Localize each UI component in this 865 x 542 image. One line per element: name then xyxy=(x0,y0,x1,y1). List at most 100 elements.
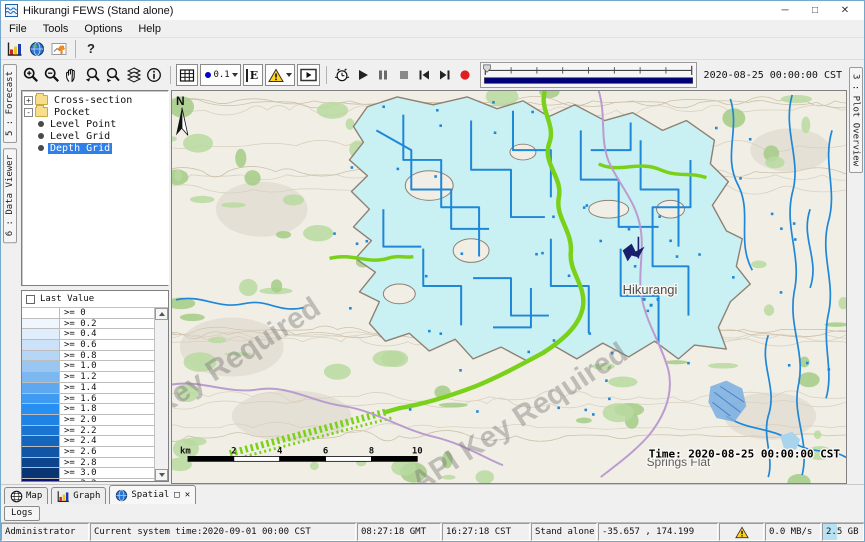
expander-icon[interactable]: + xyxy=(24,96,33,105)
legend-row[interactable]: >= 2.8 xyxy=(22,458,154,469)
help-button[interactable]: ? xyxy=(81,41,101,56)
menu-tools[interactable]: Tools xyxy=(35,22,77,36)
scroll-down-icon[interactable] xyxy=(155,469,168,481)
legend-row[interactable]: >= 1.2 xyxy=(22,372,154,383)
record-button[interactable] xyxy=(455,65,476,85)
first-frame-button[interactable] xyxy=(414,65,435,85)
time-slider[interactable] xyxy=(480,62,697,88)
legend-row[interactable]: >= 2.6 xyxy=(22,447,154,458)
legend-row[interactable]: >= 0.8 xyxy=(22,351,154,362)
legend-row[interactable]: >= 1.0 xyxy=(22,361,154,372)
map-canvas[interactable]: API Key Required API Key Required xyxy=(171,90,847,484)
panel-close-icon[interactable]: ✕ xyxy=(185,490,190,500)
legend-row[interactable]: >= 1.6 xyxy=(22,394,154,405)
legend-row-label: >= 0.8 xyxy=(60,351,154,361)
last-value-label: Last Value xyxy=(40,294,94,304)
movie-player-button[interactable] xyxy=(297,64,320,86)
maximize-button[interactable]: □ xyxy=(800,2,830,19)
svg-text:4: 4 xyxy=(277,446,282,456)
legend-row-label: >= 1.2 xyxy=(60,372,154,382)
panel-maximize-icon[interactable]: □ xyxy=(174,490,179,500)
grid-display-button[interactable] xyxy=(176,64,198,86)
menu-file[interactable]: File xyxy=(1,22,35,36)
scroll-up-icon[interactable] xyxy=(155,308,168,320)
legend-row[interactable]: >= 2.4 xyxy=(22,436,154,447)
tab-forecast[interactable]: 5 : Forecast xyxy=(3,64,17,143)
menu-bar: File Tools Options Help xyxy=(1,20,864,38)
profile-button[interactable] xyxy=(48,39,70,59)
zoom-next-button[interactable] xyxy=(103,65,124,85)
legend-row-label: >= 0.4 xyxy=(60,329,154,339)
tab-map[interactable]: Map xyxy=(4,487,48,504)
elevation-scale-button[interactable]: E xyxy=(243,64,263,86)
status-gmt-time: 08:27:18 GMT xyxy=(357,523,441,541)
main-area: 5 : Forecast 6 : Data Viewer xyxy=(1,60,864,484)
play-window-icon xyxy=(300,68,317,82)
layers-button[interactable] xyxy=(124,65,145,85)
close-button[interactable]: ✕ xyxy=(830,2,860,19)
menu-options[interactable]: Options xyxy=(76,22,130,36)
tab-data-viewer[interactable]: 6 : Data Viewer xyxy=(3,148,17,243)
minimize-button[interactable]: ─ xyxy=(770,2,800,19)
pan-button[interactable] xyxy=(62,65,83,85)
legend-scrollbar[interactable] xyxy=(155,308,168,481)
tree-item-cross-section[interactable]: + Cross-section xyxy=(24,94,168,106)
zoom-previous-button[interactable] xyxy=(83,65,104,85)
warning-icon xyxy=(735,526,749,539)
tree-item-pocket[interactable]: - Pocket xyxy=(24,106,168,118)
legend-row[interactable]: >= 2.0 xyxy=(22,415,154,426)
tab-graph[interactable]: Graph xyxy=(51,487,106,504)
legend-swatch xyxy=(22,436,60,446)
legend-row[interactable]: >= 0.6 xyxy=(22,340,154,351)
time-slider-thumb[interactable] xyxy=(483,65,490,72)
folder-icon xyxy=(35,107,48,117)
tab-spatial[interactable]: Spatial □ ✕ xyxy=(109,485,196,504)
longitudinal-profile-icon xyxy=(51,41,67,57)
legend-row[interactable]: >= 0.4 xyxy=(22,329,154,340)
legend-row-label: >= 1.4 xyxy=(60,383,154,393)
legend-row[interactable]: >= 0 xyxy=(22,308,154,319)
legend-row-label: >= 1.0 xyxy=(60,361,154,371)
animation-settings-button[interactable] xyxy=(332,65,353,85)
time-slider-track xyxy=(481,63,696,87)
tree-item-level-point[interactable]: Level Point xyxy=(24,118,168,130)
chevron-down-icon xyxy=(232,73,238,77)
legend-row[interactable]: >= 0.2 xyxy=(22,319,154,330)
status-warning-cell[interactable] xyxy=(719,523,764,541)
logs-button[interactable]: Logs xyxy=(4,506,40,521)
tab-graph-label: Graph xyxy=(73,491,100,501)
zoom-next-icon xyxy=(105,67,121,83)
svg-text:N: N xyxy=(176,94,185,108)
contour-threshold-dropdown[interactable]: 0.1 xyxy=(200,64,240,86)
legend-row[interactable]: >= 1.8 xyxy=(22,404,154,415)
warning-layer-dropdown[interactable] xyxy=(265,64,295,86)
threshold-dot-icon xyxy=(205,72,211,78)
legend-row[interactable]: >= 3.2 xyxy=(22,479,154,481)
tree-item-level-grid[interactable]: Level Grid xyxy=(24,130,168,142)
legend-swatch xyxy=(22,372,60,382)
status-mode: Stand alone xyxy=(531,523,597,541)
last-value-checkbox[interactable] xyxy=(26,295,35,304)
menu-help[interactable]: Help xyxy=(130,22,169,36)
legend-row[interactable]: >= 2.2 xyxy=(22,426,154,437)
layer-tree: + Cross-section - Pocket Level Point xyxy=(21,90,169,286)
play-button[interactable] xyxy=(353,65,374,85)
last-frame-button[interactable] xyxy=(435,65,456,85)
tree-item-label: Pocket xyxy=(52,107,92,118)
chevron-down-icon xyxy=(286,73,292,77)
pause-button[interactable] xyxy=(373,65,394,85)
tab-plot-overview[interactable]: 3 : Plot Overview xyxy=(849,67,863,173)
info-button[interactable] xyxy=(144,65,165,85)
zoom-out-button[interactable] xyxy=(42,65,63,85)
tree-item-depth-grid[interactable]: Depth Grid xyxy=(24,142,168,154)
statistics-button[interactable] xyxy=(4,39,26,59)
grid-icon xyxy=(179,68,195,83)
legend-swatch xyxy=(22,340,60,350)
app-logo-icon xyxy=(5,4,18,17)
zoom-in-button[interactable] xyxy=(21,65,42,85)
legend-row[interactable]: >= 3.0 xyxy=(22,468,154,479)
stop-button[interactable] xyxy=(394,65,415,85)
expander-icon[interactable]: - xyxy=(24,108,33,117)
legend-row[interactable]: >= 1.4 xyxy=(22,383,154,394)
map-display-button[interactable] xyxy=(26,39,48,59)
